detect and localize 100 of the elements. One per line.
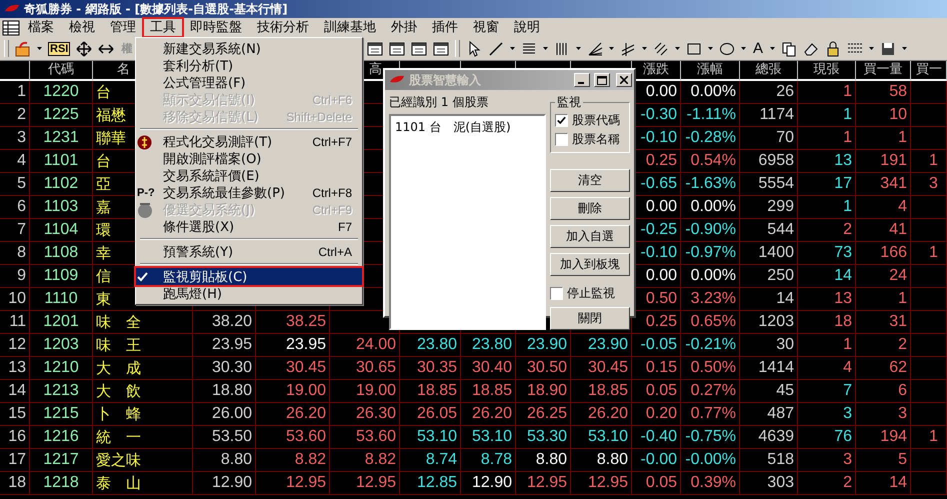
menu-item[interactable]: 檔案: [21, 18, 61, 37]
row-number: 6: [0, 196, 30, 219]
column-header[interactable]: 買一量: [856, 61, 911, 81]
column-header[interactable]: 買一: [911, 61, 947, 81]
menu-option[interactable]: 新建交易系統(N): [136, 40, 362, 57]
column-header[interactable]: 現張: [798, 61, 856, 81]
checkbox[interactable]: [555, 114, 568, 127]
tick-volume: 73: [798, 242, 856, 265]
tick-volume: 3: [798, 449, 856, 472]
caret-icon[interactable]: [708, 47, 713, 50]
eraser-icon[interactable]: [803, 40, 820, 56]
column-header[interactable]: 總張: [740, 61, 798, 81]
menu-item[interactable]: 技術分析: [250, 18, 316, 37]
tick-volume: 1: [798, 127, 856, 150]
stock-code: 1108: [30, 242, 93, 265]
window-icon[interactable]: [367, 40, 383, 56]
caret-icon[interactable]: [869, 47, 874, 50]
menu-item[interactable]: 檢視: [62, 18, 102, 37]
caret-icon[interactable]: [770, 47, 776, 50]
group-label: 監視: [556, 94, 582, 111]
caret-icon[interactable]: [510, 47, 515, 50]
parallel-lines-icon[interactable]: [620, 40, 636, 56]
caret-icon[interactable]: [576, 47, 581, 50]
fan-icon[interactable]: [587, 40, 603, 56]
caret-icon[interactable]: [37, 47, 42, 50]
volume-value: 518: [740, 449, 798, 472]
text-tool-label[interactable]: A: [752, 40, 764, 57]
change-percent: 0.00%: [681, 81, 740, 104]
caret-icon[interactable]: [642, 47, 647, 50]
bid-volume: 191: [856, 150, 911, 173]
stock-code: 1110: [30, 288, 93, 311]
indicator-button[interactable]: RSI: [48, 42, 70, 56]
hatch-icon[interactable]: [653, 40, 669, 56]
stock-code: 1210: [30, 357, 93, 380]
menu-item[interactable]: 工具: [144, 19, 182, 36]
caret-icon[interactable]: [902, 47, 908, 50]
bid-volume: 1: [856, 127, 911, 150]
bid-volume: 5: [856, 449, 911, 472]
minimize-button[interactable]: [574, 73, 590, 87]
stock-list[interactable]: 1101 台 泥(自選股): [389, 114, 546, 330]
stock-name: 泰 山: [93, 472, 193, 495]
price-value: 8.80: [571, 449, 632, 472]
window-icon[interactable]: [411, 40, 427, 56]
column-header[interactable]: 漲幅: [681, 61, 740, 81]
copy-icon[interactable]: [781, 40, 798, 56]
window-icon[interactable]: [389, 40, 405, 56]
caret-icon[interactable]: [543, 47, 548, 50]
window-icon[interactable]: [433, 40, 449, 56]
tick-volume: 17: [798, 173, 856, 196]
line-icon[interactable]: [488, 40, 504, 56]
menu-item[interactable]: 訓練基地: [317, 18, 383, 37]
price-value: 24.00: [330, 334, 400, 357]
price-value: 30.45: [571, 357, 632, 380]
dialog-button[interactable]: 加入到板塊: [550, 253, 630, 276]
lock-icon[interactable]: [825, 40, 842, 56]
table-icon[interactable]: [2, 20, 20, 36]
close-dialog-button[interactable]: 關閉: [550, 307, 630, 330]
lines-icon[interactable]: [521, 40, 537, 56]
row-number: 10: [0, 288, 30, 311]
volume-value: 1400: [740, 242, 798, 265]
menu-item[interactable]: 插件: [425, 18, 465, 37]
column-header: [0, 61, 30, 81]
dialog-button[interactable]: 清空: [550, 169, 630, 192]
price-value: 30.50: [516, 357, 571, 380]
dialog-button[interactable]: 加入自選: [550, 225, 630, 248]
move-icon[interactable]: [76, 40, 92, 56]
table-cell: [911, 104, 947, 127]
folder-arrow-icon[interactable]: [15, 40, 31, 56]
menu-option[interactable]: 套利分析(T): [136, 57, 362, 74]
caret-icon[interactable]: [675, 47, 680, 50]
rectangle-icon[interactable]: [686, 40, 702, 56]
price-value: 12.85: [400, 472, 461, 495]
price-value: 26.30: [330, 403, 400, 426]
table-cell: 1: [911, 426, 947, 449]
ellipse-icon[interactable]: [719, 40, 735, 56]
menu-item[interactable]: 即時監盤: [183, 18, 249, 37]
menu-item[interactable]: 外掛: [384, 18, 424, 37]
menu-item[interactable]: 說明: [507, 18, 547, 37]
volume-value: 1414: [740, 357, 798, 380]
save-icon[interactable]: [880, 40, 896, 56]
dialog-button[interactable]: 刪除: [550, 197, 630, 220]
change-value: -0.40: [632, 426, 681, 449]
menu-item[interactable]: 視窗: [466, 18, 506, 37]
checkbox[interactable]: [555, 133, 568, 146]
list-item[interactable]: 1101 台 泥(自選股): [395, 119, 540, 136]
table-cell: [911, 127, 947, 150]
menu-option[interactable]: 監視剪貼板(C): [136, 268, 362, 285]
price-value: 26.05: [400, 403, 461, 426]
tick-volume: 4: [798, 357, 856, 380]
menu-item[interactable]: 管理: [103, 18, 143, 37]
column-header[interactable]: 代碼: [30, 61, 93, 81]
caret-icon[interactable]: [609, 47, 614, 50]
volume-value: 30: [740, 334, 798, 357]
close-button[interactable]: [616, 73, 632, 87]
caret-icon[interactable]: [741, 47, 746, 50]
checkbox[interactable]: [550, 287, 563, 300]
volume-value: 1174: [740, 104, 798, 127]
maximize-button[interactable]: [594, 73, 610, 87]
price-value: 23.80: [400, 334, 461, 357]
shortcut-label: Ctrl+A: [318, 245, 352, 259]
